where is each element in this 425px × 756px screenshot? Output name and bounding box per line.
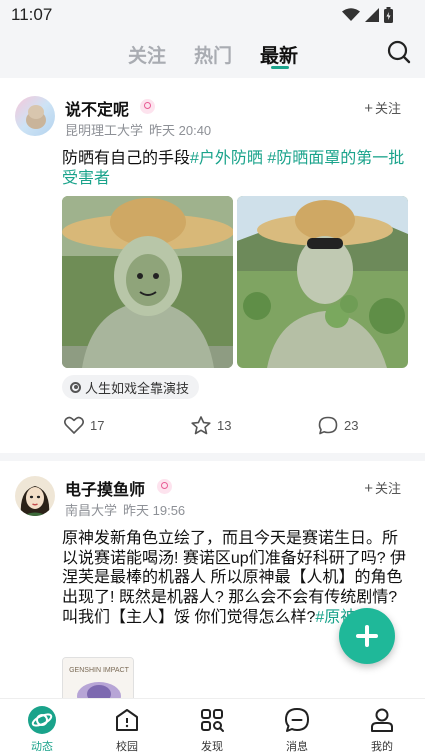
follow-button[interactable]: + 关注 [364, 98, 401, 117]
follow-label: 关注 [374, 481, 401, 496]
profile-icon [371, 708, 393, 732]
nav-item-profile[interactable]: 我的 [352, 705, 412, 754]
nav-label: 校园 [116, 741, 138, 753]
post-meta: 昆明理工大学 昨天 20:40 [65, 120, 217, 139]
campus-icon [116, 709, 138, 731]
school-name: 昆明理工大学 [65, 123, 144, 138]
avatar[interactable] [15, 96, 55, 136]
school-name: 南昌大学 [65, 503, 118, 518]
topic-chip[interactable]: 人生如戏全靠演技 [62, 375, 200, 399]
planet-icon [28, 706, 56, 734]
thumb-label: GENSHIN IMPACT [69, 667, 129, 674]
star-icon [191, 416, 211, 435]
nav-item-messages[interactable]: 消息 [267, 705, 327, 754]
nav-item-campus[interactable]: 校园 [97, 705, 157, 754]
comment-button[interactable]: 23 [318, 416, 358, 435]
like-button[interactable]: 17 [64, 416, 104, 434]
favorite-count: 13 [217, 418, 232, 433]
post-text: 防晒有自己的手段 [62, 150, 191, 167]
discover-icon [201, 709, 224, 732]
comment-count: 23 [344, 418, 359, 433]
hashtag[interactable]: #户外防晒 [190, 150, 263, 167]
username[interactable]: 电子摸鱼师 [65, 476, 145, 500]
post-meta: 南昌大学 昨天 19:56 [65, 500, 191, 519]
bottom-nav: 动态 校园 发现 消息 我的 [0, 698, 425, 756]
gender-badge [140, 99, 155, 114]
tab-following[interactable]: 关注 [128, 41, 166, 68]
message-icon [285, 708, 309, 732]
nav-label: 消息 [286, 741, 308, 753]
nav-label: 发现 [201, 741, 223, 753]
active-tab-indicator [271, 66, 289, 69]
topic-label: 人生如戏全靠演技 [85, 380, 190, 396]
wifi-icon [342, 8, 360, 21]
status-icons [342, 7, 393, 23]
create-post-button[interactable] [339, 608, 395, 664]
post-content[interactable]: 防晒有自己的手段#户外防晒 #防晒面罩的第一批受害者 [62, 149, 407, 188]
post-time: 昨天 19:56 [123, 503, 186, 518]
tab-latest[interactable]: 最新 [260, 41, 298, 68]
status-bar: 11:07 [0, 0, 425, 30]
like-count: 17 [90, 417, 105, 433]
comment-icon [318, 416, 338, 435]
post-actions: 17 13 23 [0, 416, 425, 438]
nav-label: 动态 [31, 741, 53, 753]
post-photo[interactable] [237, 196, 408, 368]
top-nav: 关注 热门 最新 [0, 30, 425, 78]
feed[interactable]: 说不定呢 昆明理工大学 昨天 20:40 + 关注 防晒有自己的手段#户外防晒 #防… [0, 78, 425, 698]
nav-label: 我的 [371, 741, 393, 753]
post-time: 昨天 20:40 [149, 123, 212, 138]
signal-icon [365, 8, 379, 22]
battery-icon [384, 7, 393, 23]
post-image-thumbnail[interactable]: GENSHIN IMPACT [62, 657, 134, 698]
post-divider [0, 453, 425, 461]
follow-button[interactable]: + 关注 [364, 478, 401, 497]
nav-item-discover[interactable]: 发现 [182, 705, 242, 754]
avatar[interactable] [15, 476, 55, 516]
follow-label: 关注 [374, 101, 401, 116]
search-button[interactable] [385, 38, 413, 66]
favorite-button[interactable]: 13 [191, 416, 231, 435]
tab-hot[interactable]: 热门 [194, 41, 232, 68]
status-time: 11:07 [11, 5, 53, 24]
search-icon [387, 40, 411, 64]
plus-icon: + [364, 480, 373, 497]
nav-item-feed[interactable]: 动态 [12, 705, 72, 754]
post-photo[interactable] [62, 196, 233, 368]
username[interactable]: 说不定呢 [65, 96, 129, 120]
topic-icon [70, 381, 81, 393]
plus-icon: + [364, 100, 373, 117]
gender-badge [157, 479, 172, 494]
heart-icon [64, 416, 84, 434]
